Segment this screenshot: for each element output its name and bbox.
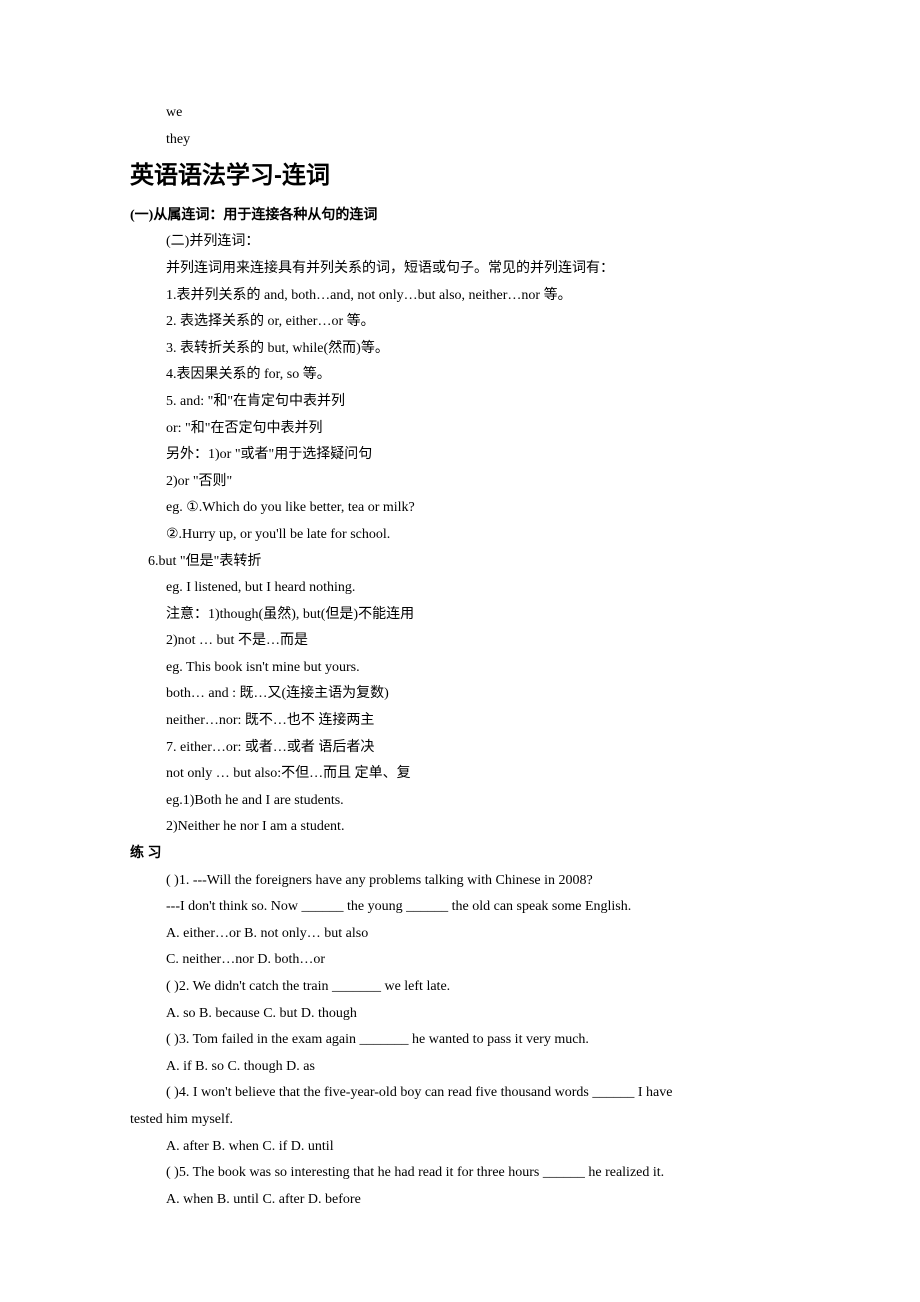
item-not-only: not only … but also:不但…而且 定单、复 (130, 761, 820, 788)
q1-opts-cd: C. neither…nor D. both…or (130, 947, 820, 974)
q2-line1: ( )2. We didn't catch the train _______ … (130, 974, 820, 1001)
item-6-eg: eg. I listened, but I heard nothing. (130, 575, 820, 602)
item-5-eg1: eg. ①.Which do you like better, tea or m… (130, 495, 820, 522)
item-6-eg2: eg. This book isn't mine but yours. (130, 655, 820, 682)
item-5-note2: 2)or "否则" (130, 469, 820, 496)
item-5-or: or: "和"在否定句中表并列 (130, 416, 820, 443)
item-5: 5. and: "和"在肯定句中表并列 (130, 389, 820, 416)
q1-line1: ( )1. ---Will the foreigners have any pr… (130, 868, 820, 895)
item-1: 1.表并列关系的 and, both…and, not only…but als… (130, 283, 820, 310)
q4-line1-cont: tested him myself. (130, 1107, 820, 1134)
item-7: 7. either…or: 或者…或者 语后者决 (130, 735, 820, 762)
q4-line1: ( )4. I won't believe that the five-year… (130, 1080, 820, 1107)
item-both-and: both… and : 既…又(连接主语为复数) (130, 681, 820, 708)
q1-opts-ab: A. either…or B. not only… but also (130, 921, 820, 948)
section-1-heading: (一)从属连词：用于连接各种从句的连词 (130, 203, 820, 230)
item-6-note2: 2)not … but 不是…而是 (130, 628, 820, 655)
item-2: 2. 表选择关系的 or, either…or 等。 (130, 309, 820, 336)
para-intro: 并列连词用来连接具有并列关系的词，短语或句子。常见的并列连词有： (130, 256, 820, 283)
q5-opts: A. when B. until C. after D. before (130, 1187, 820, 1214)
item-3: 3. 表转折关系的 but, while(然而)等。 (130, 336, 820, 363)
item-6: 6.but "但是"表转折 (130, 549, 820, 576)
q2-opts: A. so B. because C. but D. though (130, 1001, 820, 1028)
q3-line1: ( )3. Tom failed in the exam again _____… (130, 1027, 820, 1054)
q3-opts: A. if B. so C. though D. as (130, 1054, 820, 1081)
item-6-note1: 注意：1)though(虽然), but(但是)不能连用 (130, 602, 820, 629)
item-5-eg2: ②.Hurry up, or you'll be late for school… (130, 522, 820, 549)
pre-text-2: they (130, 127, 820, 154)
item-4: 4.表因果关系的 for, so 等。 (130, 362, 820, 389)
item-eg2: 2)Neither he nor I am a student. (130, 814, 820, 841)
q4-opts: A. after B. when C. if D. until (130, 1134, 820, 1161)
item-neither-nor: neither…nor: 既不…也不 连接两主 (130, 708, 820, 735)
q5-line1: ( )5. The book was so interesting that h… (130, 1160, 820, 1187)
page-title: 英语语法学习-连词 (130, 159, 820, 193)
pre-text-1: we (130, 100, 820, 127)
q1-line2: ---I don't think so. Now ______ the youn… (130, 894, 820, 921)
section-2-heading: (二)并列连词： (130, 229, 820, 256)
item-5-note1: 另外：1)or "或者"用于选择疑问句 (130, 442, 820, 469)
practice-heading: 练 习 (130, 841, 820, 868)
item-eg1: eg.1)Both he and I are students. (130, 788, 820, 815)
